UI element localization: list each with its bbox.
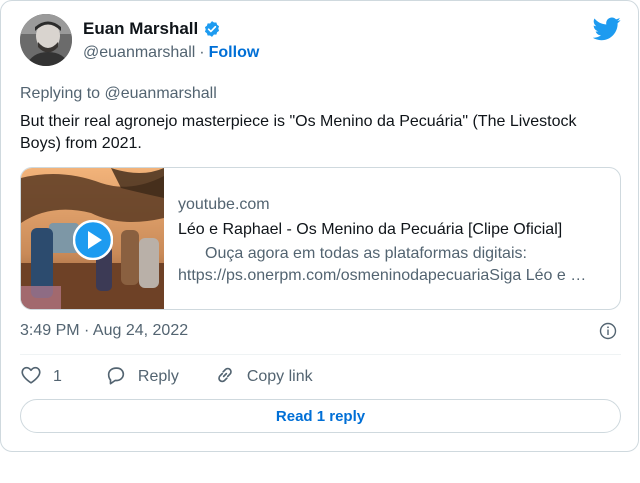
twitter-bird-icon[interactable] — [592, 17, 621, 41]
link-description-line-1: Ouça agora em todas as plataformas digit… — [178, 243, 608, 265]
link-domain: youtube.com — [178, 196, 270, 213]
tweet-actions: 1 Reply Copy link — [20, 365, 313, 389]
verified-badge-icon — [203, 20, 221, 38]
heart-icon — [20, 364, 42, 391]
info-icon[interactable] — [599, 322, 617, 340]
author-name-row: Euan Marshall — [83, 19, 221, 39]
handle-separator: · — [199, 44, 205, 61]
link-description-line-2: https://ps.onerpm.com/osmeninodapecuaria… — [178, 267, 587, 284]
author-display-name[interactable]: Euan Marshall — [83, 19, 198, 39]
replying-to-label[interactable]: Replying to @euanmarshall — [20, 85, 217, 103]
link-preview-card[interactable]: youtube.com Léo e Raphael - Os Menino da… — [20, 167, 621, 310]
tweet-text: But their real agronejo masterpiece is "… — [20, 113, 577, 152]
read-replies-button[interactable]: Read 1 reply — [20, 399, 621, 433]
copy-link-label: Copy link — [246, 368, 313, 385]
like-button[interactable]: 1 — [20, 364, 62, 391]
read-replies-label: Read 1 reply — [275, 407, 366, 425]
video-thumbnail[interactable] — [21, 168, 164, 309]
like-count: 1 — [53, 368, 62, 385]
tweet-timestamp[interactable]: 3:49 PM · Aug 24, 2022 — [20, 322, 188, 340]
link-description-text: Ouça agora em todas as plataformas digit… — [205, 245, 527, 262]
author-handle[interactable]: @euanmarshall — [83, 44, 195, 62]
link-title: Léo e Raphael - Os Menino da Pecuária [C… — [178, 221, 563, 238]
reply-bubble-icon — [105, 364, 127, 391]
author-handle-row: @euanmarshall · Follow — [83, 44, 259, 62]
link-icon — [214, 364, 236, 391]
link-preview-info: youtube.com Léo e Raphael - Os Menino da… — [178, 194, 608, 287]
reply-button[interactable]: Reply — [94, 364, 179, 391]
tweet-embed-card: Euan Marshall @euanmarshall · Follow Rep… — [0, 0, 639, 452]
reply-label: Reply — [137, 368, 179, 385]
author-avatar[interactable] — [20, 14, 72, 66]
divider — [20, 354, 621, 355]
play-icon[interactable] — [72, 219, 114, 261]
copy-link-button[interactable]: Copy link — [203, 364, 313, 391]
follow-link[interactable]: Follow — [209, 44, 260, 62]
